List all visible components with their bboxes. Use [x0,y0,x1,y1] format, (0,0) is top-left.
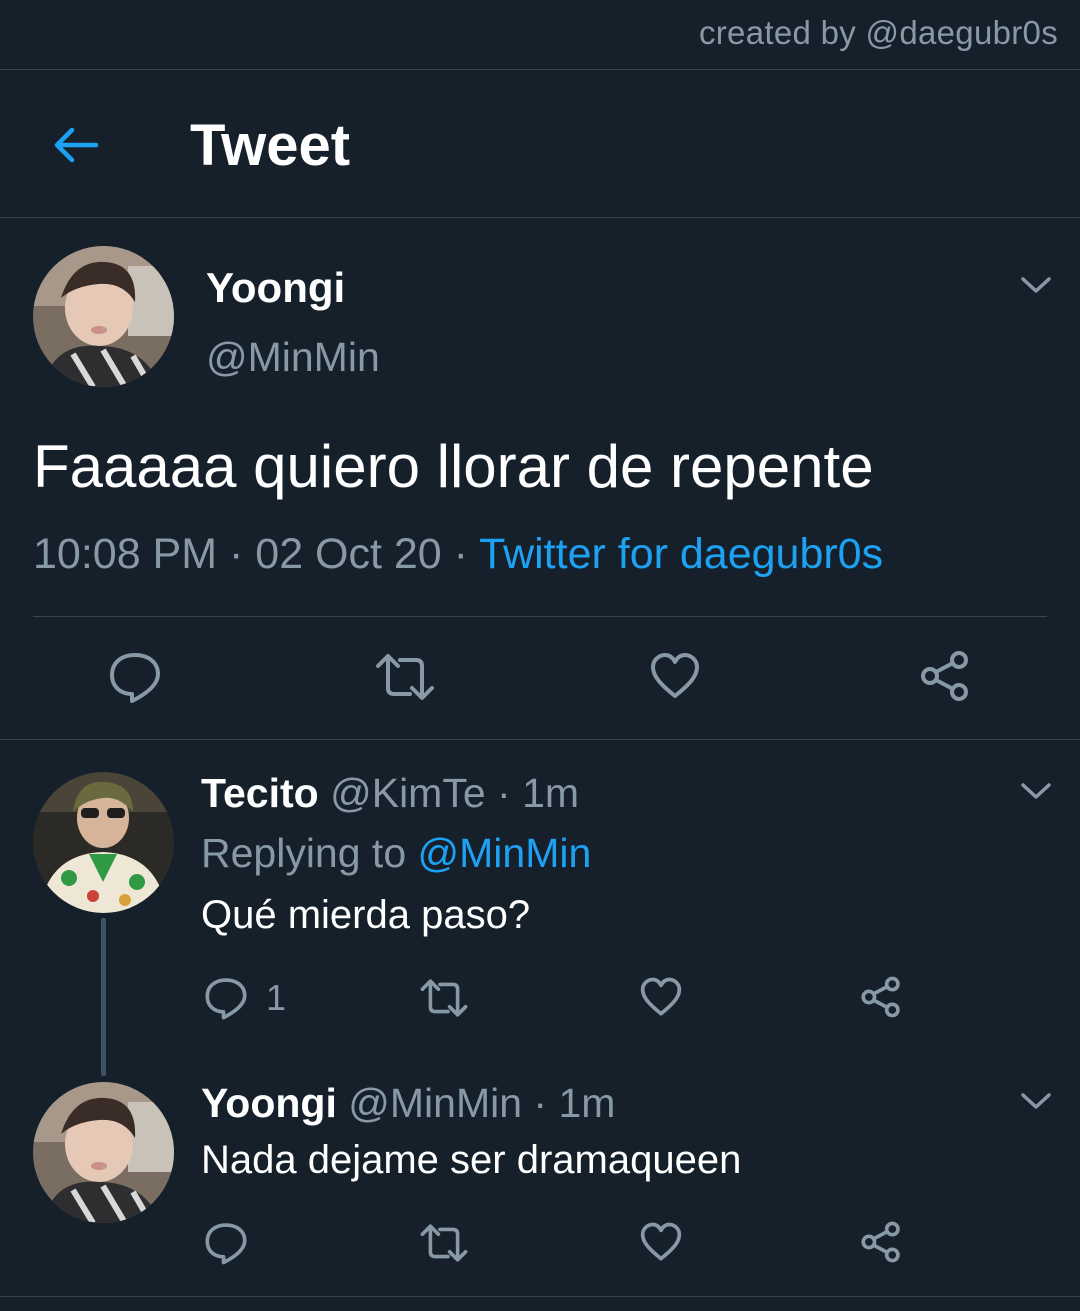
share-button[interactable] [919,650,971,702]
tweet-text: Faaaaa quiero llorar de repente [33,433,874,500]
reply-icon [205,1223,247,1265]
reply-menu-button[interactable] [1019,780,1053,802]
back-button[interactable] [46,118,104,172]
reply-author-handle[interactable]: @MinMin [348,1080,522,1126]
thread-line [101,918,106,1076]
avatar[interactable] [33,1082,174,1223]
share-icon [861,1221,900,1263]
share-icon [861,976,900,1018]
tweet-menu-button[interactable] [1019,274,1053,296]
tweet-date: 02 Oct 20 [255,530,442,578]
back-arrow-icon [54,127,98,163]
like-icon [651,653,699,698]
like-icon [640,1222,682,1261]
meta-separator: · [217,530,256,578]
divider [0,1296,1080,1297]
tweet-source-link[interactable]: Twitter for daegubr0s [479,530,883,578]
reply-time: 1m [522,770,580,816]
chevron-down-icon [1021,277,1051,293]
divider [33,616,1047,617]
reply-menu-button[interactable] [1019,1090,1053,1112]
retweet-icon [376,654,434,700]
retweet-icon [420,1224,468,1262]
tweet-time: 10:08 PM [33,530,218,578]
reply-icon [205,978,247,1020]
reply-button[interactable] [108,650,162,704]
avatar[interactable] [33,246,174,387]
retweet-button[interactable] [374,652,436,702]
chevron-down-icon [1021,783,1051,799]
tweet-meta: 10:08 PM · 02 Oct 20 · Twitter for daegu… [33,530,883,579]
reply-text: Qué mierda paso? [201,893,531,937]
reply-time: 1m [558,1080,616,1126]
reply-author-handle[interactable]: @KimTe [330,770,486,816]
like-icon [640,977,682,1016]
reply-button[interactable] [204,1221,248,1265]
reply-header: Tecito @KimTe · 1m [201,770,580,816]
reply-text: Nada dejame ser dramaqueen [201,1138,742,1182]
divider [0,739,1080,740]
replying-mention-link[interactable]: @MinMin [418,830,592,876]
share-button[interactable] [860,1221,902,1263]
like-button[interactable] [640,1222,682,1262]
author-name[interactable]: Yoongi [206,264,345,312]
reply-author-name[interactable]: Yoongi [201,1080,337,1126]
like-button[interactable] [650,652,700,700]
author-handle[interactable]: @MinMin [206,334,380,381]
retweet-button[interactable] [419,1223,469,1263]
page-title: Tweet [190,113,351,178]
divider [0,217,1080,218]
like-button[interactable] [640,977,682,1017]
retweet-icon [420,979,468,1017]
chevron-down-icon [1021,1093,1051,1109]
divider [0,69,1080,70]
retweet-button[interactable] [419,978,469,1018]
reply-author-name[interactable]: Tecito [201,770,319,816]
avatar[interactable] [33,772,174,913]
replying-to: Replying to @MinMin [201,830,591,877]
share-button[interactable] [860,976,902,1018]
share-icon [921,651,968,701]
reply-icon [110,653,160,703]
reply-header: Yoongi @MinMin · 1m [201,1080,616,1126]
replying-prefix: Replying to [201,830,418,876]
watermark: created by @daegubr0s [698,14,1058,51]
reply-count: 1 [266,977,287,1018]
reply-button[interactable]: 1 [204,976,286,1020]
meta-separator: · [441,530,480,578]
